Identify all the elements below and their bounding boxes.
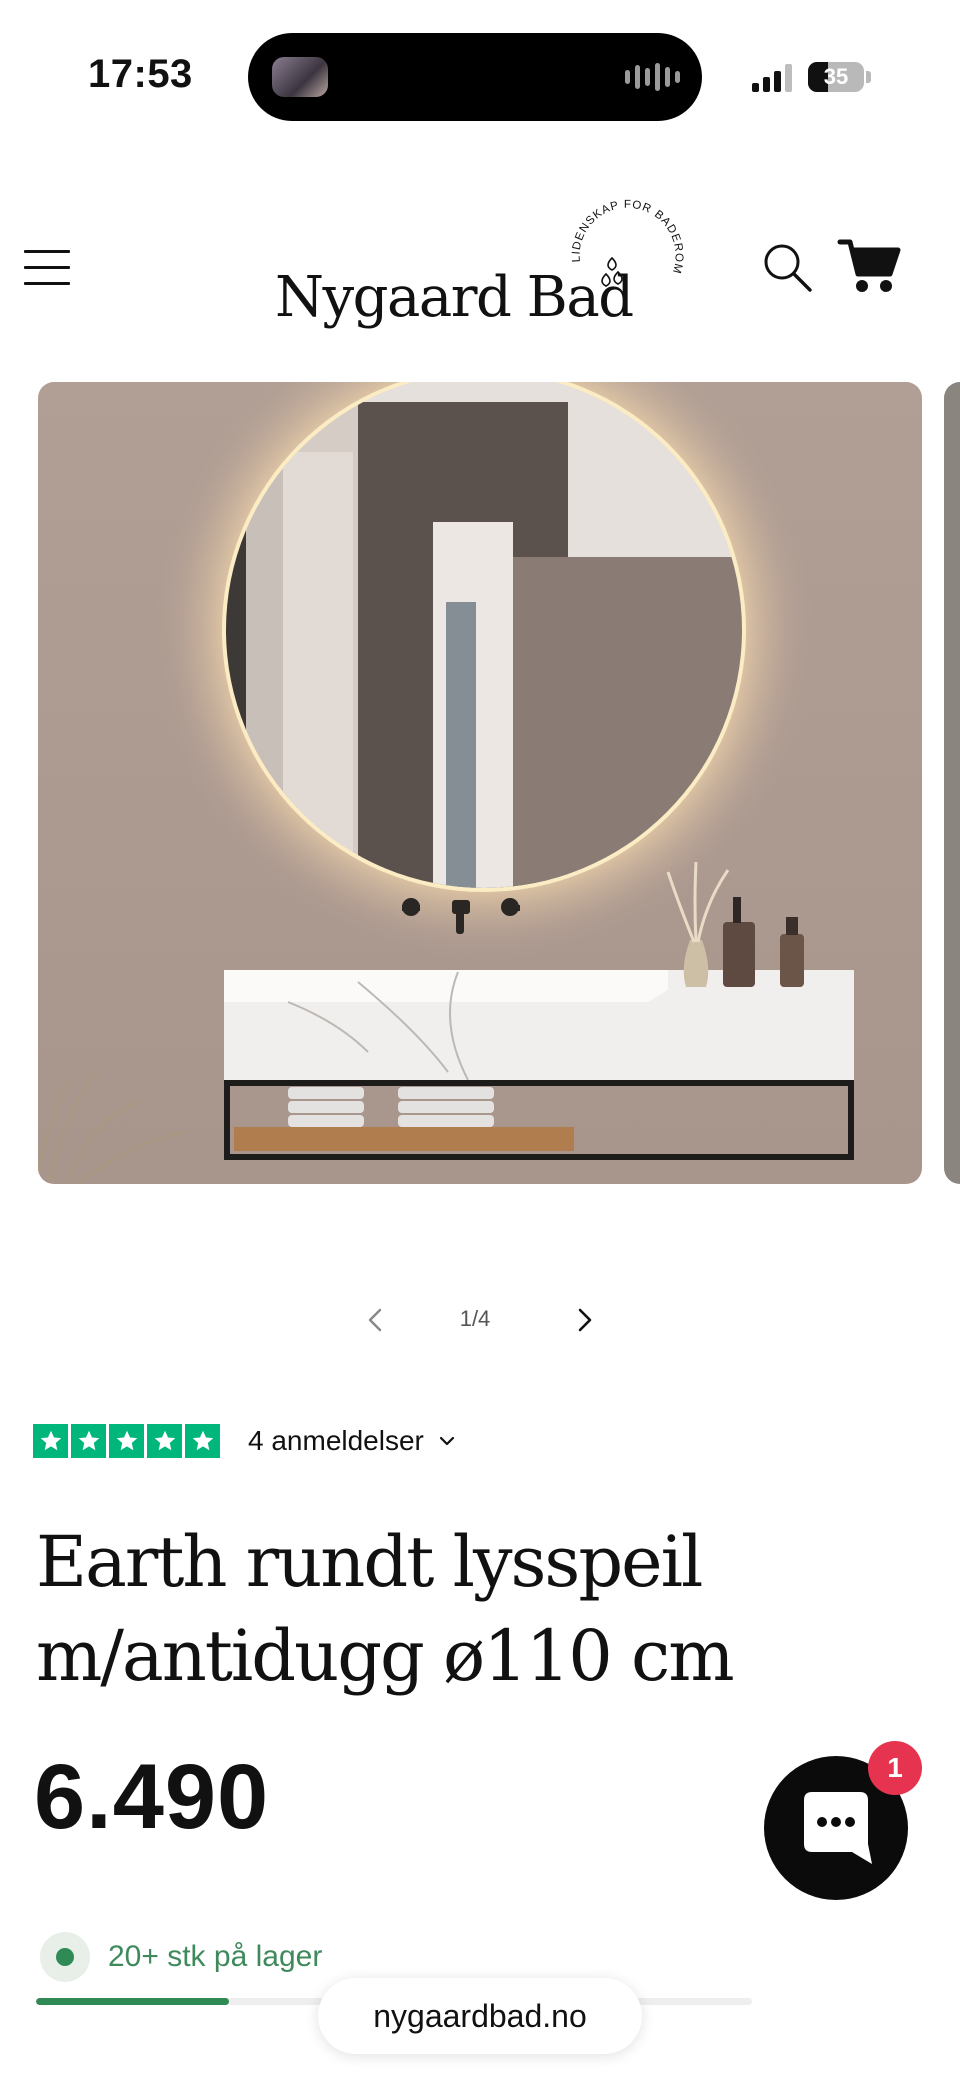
cart-button[interactable] (836, 232, 902, 298)
product-photo-mirror (38, 382, 922, 1184)
chevron-left-icon (368, 1308, 382, 1332)
star-icon (33, 1424, 68, 1458)
star-icon (185, 1424, 220, 1458)
product-image[interactable] (38, 382, 922, 1184)
now-playing-thumbnail (272, 57, 328, 97)
next-image-peek[interactable] (944, 382, 960, 1184)
stock-status: 20+ stk på lager (40, 1932, 322, 1982)
product-title-line: m/antidugg ø110 cm (36, 1615, 735, 1697)
slider-next-button[interactable] (564, 1300, 604, 1340)
brand-badge: LIDENSKAP FOR BADEROM (570, 199, 684, 287)
star-icon (71, 1424, 106, 1458)
battery-icon: 35 (808, 62, 864, 92)
star-rating (33, 1424, 220, 1458)
chevron-down-icon (439, 1436, 454, 1446)
search-icon (764, 244, 812, 292)
slider-controls: 1/4 (0, 1290, 960, 1350)
badge-text: LIDENSKAP FOR BADEROM (570, 199, 683, 276)
browser-url-bar[interactable]: nygaardbad.no (318, 1978, 642, 2054)
product-title-line: Earth rundt lysspeil (36, 1521, 703, 1603)
slider-counter: 1/4 (459, 1306, 491, 1331)
menu-button[interactable] (20, 240, 76, 296)
chat-notification-badge: 1 (868, 1741, 922, 1795)
dynamic-island (248, 33, 702, 121)
review-count: 4 anmeldelser (248, 1425, 424, 1456)
battery-nub (866, 71, 871, 83)
product-price: 6.490 (34, 1746, 270, 1848)
cellular-signal-icon (752, 62, 792, 92)
product-title: Earth rundt lysspeil m/antidugg ø110 cm (36, 1515, 796, 1703)
menu-icon-line (24, 266, 70, 269)
cart-icon (837, 239, 901, 292)
menu-icon-line (24, 250, 70, 253)
battery-percent: 35 (823, 64, 849, 89)
star-icon (147, 1424, 182, 1458)
svg-text:LIDENSKAP FOR BADEROM: LIDENSKAP FOR BADEROM (570, 199, 684, 276)
in-stock-dot-icon (40, 1932, 90, 1982)
status-bar: 17:53 35 (0, 0, 960, 130)
stock-level-fill (36, 1998, 230, 2005)
audio-waveform-icon (625, 63, 680, 91)
chevron-right-icon (578, 1308, 592, 1332)
stock-label: 20+ stk på lager (108, 1940, 323, 1973)
star-icon (109, 1424, 144, 1458)
search-button[interactable] (760, 240, 816, 296)
water-drops-icon (601, 256, 623, 287)
slider-prev-button[interactable] (356, 1300, 396, 1340)
site-header: Nygaard Bad LIDENSKAP FOR BADEROM (0, 170, 960, 360)
status-time: 17:53 (88, 52, 193, 96)
menu-icon-line (24, 282, 70, 285)
reviews-summary[interactable]: 4 anmeldelser (33, 1423, 458, 1459)
